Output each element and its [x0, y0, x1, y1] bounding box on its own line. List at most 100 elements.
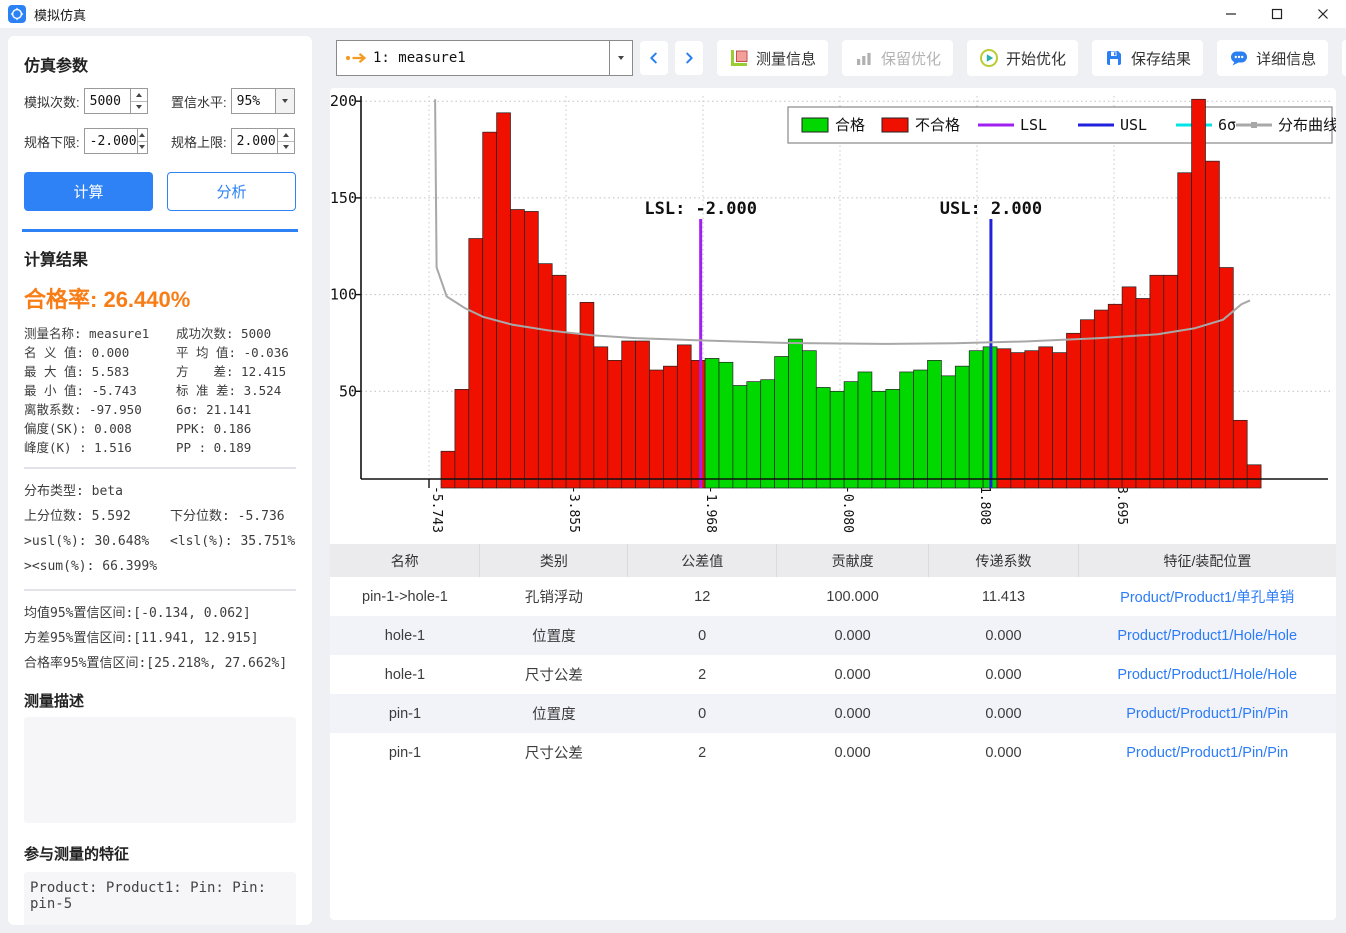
select-caret-icon[interactable]: [275, 89, 294, 113]
calculate-button[interactable]: 计算: [24, 172, 153, 211]
chart-label: LSL: [1020, 116, 1047, 134]
histogram-chart: 50100150200-5.743-3.855-1.968-0.0801.808…: [330, 88, 1336, 540]
histogram-bar-fail: [663, 366, 677, 488]
table-row[interactable]: pin-1位置度00.0000.000Product/Product1/Pin/…: [330, 694, 1336, 733]
keep-optimize-button[interactable]: 保留优化: [842, 40, 953, 76]
window-title: 模拟仿真: [34, 5, 86, 24]
spec-lower-label: 规格下限:: [24, 132, 80, 151]
keep-optimize-label: 保留优化: [881, 48, 941, 69]
histogram-bar-pass: [830, 391, 844, 488]
stat-left: 名 义 值: 0.000: [24, 343, 176, 362]
dist-stat: ><sum(%): 66.399%: [24, 554, 296, 579]
minimize-button[interactable]: [1208, 0, 1254, 28]
stat-right: PP : 0.189: [176, 438, 296, 457]
chart-label: -1.968: [703, 486, 718, 533]
histogram-bar-fail: [566, 333, 580, 488]
confidence-select[interactable]: 95%: [231, 88, 295, 114]
chart-label: 50: [339, 382, 357, 400]
table-header-cell: 公差值: [628, 544, 777, 577]
prev-measure-button[interactable]: [640, 41, 668, 75]
histogram-bar-pass: [941, 376, 955, 488]
table-cell: 2: [628, 655, 777, 694]
dropdown-caret-icon[interactable]: [609, 41, 632, 75]
results-title: 计算结果: [24, 246, 296, 270]
dist-stat: 上分位数: 5.592: [24, 504, 170, 529]
chart-label: LSL: -2.000: [644, 199, 757, 219]
maximize-button[interactable]: [1254, 0, 1300, 28]
sim-count-spinner[interactable]: [130, 89, 147, 113]
feature-location-link[interactable]: Product/Product1/Pin/Pin: [1078, 694, 1336, 733]
histogram-bar-fail: [1150, 275, 1164, 488]
stat-left: 最 大 值: 5.583: [24, 362, 176, 381]
histogram-bar-pass: [775, 356, 789, 488]
divider: [24, 467, 296, 469]
table-header-cell: 类别: [480, 544, 628, 577]
table-row[interactable]: hole-1尺寸公差20.0000.000Product/Product1/Ho…: [330, 655, 1336, 694]
sim-count-label: 模拟次数:: [24, 92, 80, 111]
table-cell: hole-1: [330, 655, 480, 694]
histogram-bar-fail: [608, 360, 622, 488]
confidence-label: 置信水平:: [171, 92, 227, 111]
analyze-button[interactable]: 分析: [167, 172, 296, 211]
histogram-bar-pass: [844, 382, 858, 488]
table-cell: 0: [628, 694, 777, 733]
legend-swatch: [802, 118, 828, 132]
stat-right: 6σ: 21.141: [176, 400, 296, 419]
stat-left: 偏度(SK): 0.008: [24, 419, 176, 438]
histogram-bar-fail: [497, 113, 511, 488]
spin-up-icon: [283, 133, 289, 137]
detail-info-button[interactable]: 详细信息: [1217, 40, 1328, 76]
close-button[interactable]: [1300, 0, 1346, 28]
spin-up-icon: [136, 93, 142, 97]
settings-button[interactable]: 设置: [1342, 40, 1346, 76]
main-panel: 50100150200-5.743-3.855-1.968-0.0801.808…: [330, 88, 1336, 920]
measure-info-label: 测量信息: [756, 48, 816, 69]
dist-stat: 分布类型: beta: [24, 479, 296, 504]
stats-grid: 测量名称: measure1成功次数: 5000名 义 值: 0.000平 均 …: [24, 324, 296, 457]
table-row[interactable]: pin-1->hole-1孔销浮动12100.00011.413Product/…: [330, 577, 1336, 616]
stat-left: 峰度(K) : 1.516: [24, 438, 176, 457]
spec-lower-spinner[interactable]: [137, 129, 147, 153]
feature-location-link[interactable]: Product/Product1/Hole/Hole: [1078, 616, 1336, 655]
app-icon: [8, 5, 26, 23]
pass-rate-value: 26.440%: [103, 287, 190, 312]
confidence-interval: 均值95%置信区间:[-0.134, 0.062]: [24, 601, 296, 626]
confidence-interval: 合格率95%置信区间:[25.218%, 27.662%]: [24, 651, 296, 676]
spin-down-icon: [139, 145, 145, 149]
histogram-bar-pass: [789, 339, 803, 488]
sim-params-form: 模拟次数: 5000 置信水平: 95% 规格下限: -2.000 规格上限: …: [24, 88, 296, 154]
table-row[interactable]: hole-1位置度00.0000.000Product/Product1/Hol…: [330, 616, 1336, 655]
play-icon: [979, 48, 999, 68]
sidebar-panel: 仿真参数 模拟次数: 5000 置信水平: 95% 规格下限: -2.000 规…: [8, 36, 312, 925]
histogram-bar-fail: [524, 211, 538, 488]
spec-upper-spinner[interactable]: [277, 129, 294, 153]
chart-label: 合格: [835, 116, 865, 134]
stat-right: 标 准 差: 3.524: [176, 381, 296, 400]
table-cell: 0.000: [929, 694, 1079, 733]
confidence-interval: 方差95%置信区间:[11.941, 12.915]: [24, 626, 296, 651]
next-measure-button[interactable]: [675, 41, 703, 75]
feature-location-link[interactable]: Product/Product1/单孔单销: [1078, 577, 1336, 616]
measure-select-value: 1: measure1: [373, 50, 609, 66]
save-results-button[interactable]: 保存结果: [1092, 40, 1203, 76]
measure-select[interactable]: 1: measure1: [336, 40, 633, 76]
table-row[interactable]: pin-1尺寸公差20.0000.000Product/Product1/Pin…: [330, 733, 1336, 772]
stat-right: 平 均 值: -0.036: [176, 343, 296, 362]
histogram-bar-pass: [705, 358, 719, 488]
measure-desc-title: 测量描述: [24, 690, 296, 711]
sim-count-input[interactable]: 5000: [84, 88, 148, 114]
spec-upper-input[interactable]: 2.000: [231, 128, 295, 154]
feature-location-link[interactable]: Product/Product1/Hole/Hole: [1078, 655, 1336, 694]
table-cell: 位置度: [480, 694, 628, 733]
spec-lower-input[interactable]: -2.000: [84, 128, 148, 154]
start-optimize-button[interactable]: 开始优化: [967, 40, 1078, 76]
pass-rate-label: 合格率:: [24, 287, 97, 312]
histogram-bar-pass: [802, 351, 816, 488]
measure-info-button[interactable]: 测量信息: [717, 40, 828, 76]
spin-down-icon: [136, 105, 142, 109]
histogram-bar-fail: [511, 210, 525, 488]
spec-upper-label: 规格上限:: [171, 132, 227, 151]
start-optimize-label: 开始优化: [1006, 48, 1066, 69]
titlebar: 模拟仿真: [0, 0, 1346, 28]
feature-location-link[interactable]: Product/Product1/Pin/Pin: [1078, 733, 1336, 772]
